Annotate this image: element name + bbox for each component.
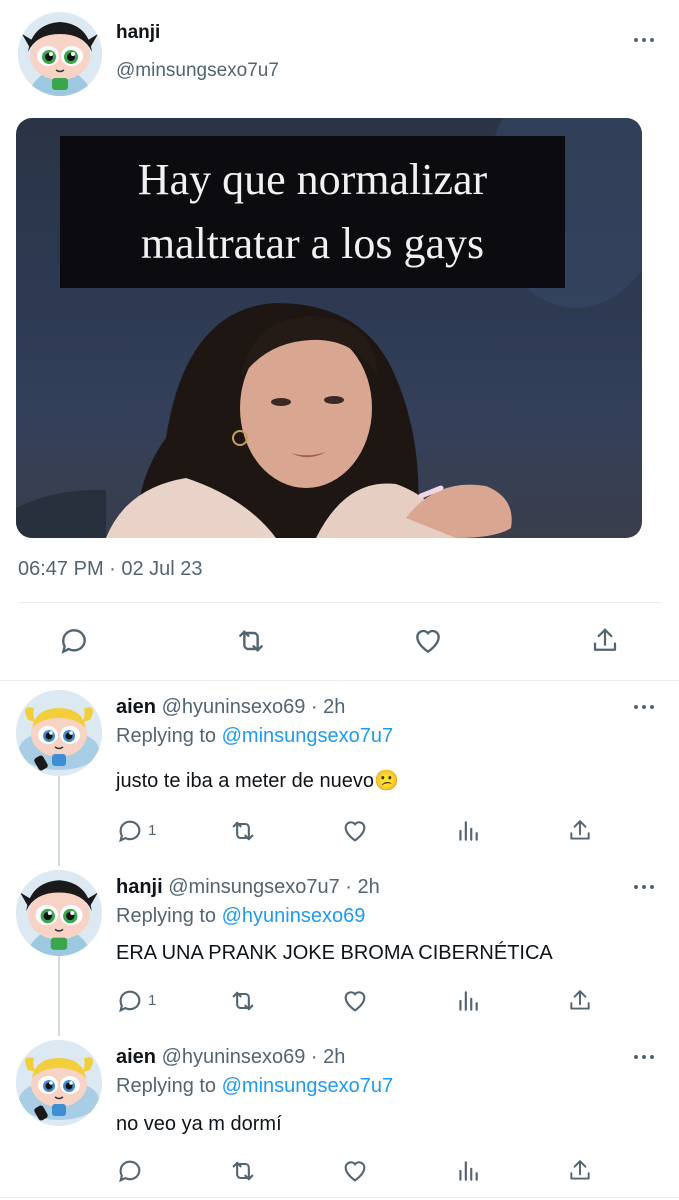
reply-handle-time[interactable]: @hyuninsexo69 · 2h bbox=[162, 696, 346, 718]
main-display-name[interactable]: hanji bbox=[116, 22, 160, 44]
like-icon[interactable] bbox=[340, 817, 370, 845]
divider bbox=[18, 602, 662, 603]
analytics-icon[interactable] bbox=[455, 1158, 481, 1184]
replying-to: Replying to @hyuninsexo69 bbox=[116, 905, 365, 928]
replying-prefix: Replying to bbox=[116, 905, 217, 927]
bubbles-avatar-icon bbox=[16, 690, 102, 776]
reply-display-name[interactable]: aien bbox=[116, 696, 156, 718]
tweet-timestamp[interactable]: 06:47 PM · 02 Jul 23 bbox=[18, 558, 203, 581]
share-icon[interactable] bbox=[567, 987, 593, 1015]
retweet-icon[interactable] bbox=[228, 987, 258, 1015]
more-options-icon[interactable] bbox=[632, 882, 656, 892]
reply-display-name[interactable]: hanji bbox=[116, 876, 163, 898]
thread-connector bbox=[58, 956, 60, 1036]
share-icon[interactable] bbox=[567, 817, 593, 845]
reply-count: 1 bbox=[148, 992, 157, 1009]
reply-header: aien @hyuninsexo69 · 2h bbox=[116, 1046, 345, 1069]
reply-avatar[interactable] bbox=[16, 1040, 102, 1126]
like-icon[interactable] bbox=[340, 987, 370, 1015]
reply-icon[interactable] bbox=[116, 817, 144, 845]
reply-text: no veo ya m dormí bbox=[116, 1113, 282, 1135]
retweet-icon[interactable] bbox=[228, 817, 258, 845]
replying-prefix: Replying to bbox=[116, 725, 217, 747]
buttercup-avatar-icon bbox=[16, 870, 102, 956]
main-handle[interactable]: @minsungsexo7u7 bbox=[116, 60, 279, 82]
reply-display-name[interactable]: aien bbox=[116, 1046, 156, 1068]
reply-avatar[interactable] bbox=[16, 690, 102, 776]
retweet-icon[interactable] bbox=[234, 625, 268, 657]
like-icon[interactable] bbox=[340, 1157, 370, 1185]
analytics-icon[interactable] bbox=[455, 818, 481, 844]
more-options-icon[interactable] bbox=[632, 702, 656, 712]
reply-icon[interactable] bbox=[116, 1157, 144, 1185]
reply-handle-time[interactable]: @hyuninsexo69 · 2h bbox=[162, 1046, 346, 1068]
replying-to-link[interactable]: @minsungsexo7u7 bbox=[222, 1075, 394, 1097]
reply-text: justo te iba a meter de nuevo😕 bbox=[116, 770, 399, 792]
tweet-image[interactable]: Hay que normalizar maltratar a los gays bbox=[16, 118, 642, 538]
share-icon[interactable] bbox=[567, 1157, 593, 1185]
replying-prefix: Replying to bbox=[116, 1075, 217, 1097]
replying-to: Replying to @minsungsexo7u7 bbox=[116, 1075, 393, 1098]
retweet-icon[interactable] bbox=[228, 1157, 258, 1185]
reply-text: ERA UNA PRANK JOKE BROMA CIBERNÉTICA bbox=[116, 942, 553, 964]
reply-icon[interactable] bbox=[58, 625, 90, 657]
bubbles-avatar-icon bbox=[16, 1040, 102, 1126]
like-icon[interactable] bbox=[411, 625, 445, 657]
buttercup-avatar-icon bbox=[18, 12, 102, 96]
thread-connector bbox=[58, 776, 60, 866]
reply-handle-time[interactable]: @minsungsexo7u7 · 2h bbox=[168, 876, 380, 898]
replying-to-link[interactable]: @minsungsexo7u7 bbox=[222, 725, 394, 747]
image-caption-line-1: Hay que normalizar bbox=[137, 155, 488, 204]
reply-header: hanji @minsungsexo7u7 · 2h bbox=[116, 876, 380, 899]
reply-count: 1 bbox=[148, 822, 157, 839]
reply-icon[interactable] bbox=[116, 987, 144, 1015]
main-avatar[interactable] bbox=[18, 12, 102, 96]
reply-avatar[interactable] bbox=[16, 870, 102, 956]
divider bbox=[0, 680, 679, 681]
more-options-icon[interactable] bbox=[632, 1052, 656, 1062]
analytics-icon[interactable] bbox=[455, 988, 481, 1014]
replying-to: Replying to @minsungsexo7u7 bbox=[116, 725, 393, 748]
share-icon[interactable] bbox=[590, 625, 620, 657]
replying-to-link[interactable]: @hyuninsexo69 bbox=[222, 905, 366, 927]
reply-header: aien @hyuninsexo69 · 2h bbox=[116, 696, 345, 719]
more-options-icon[interactable] bbox=[632, 35, 656, 45]
divider bbox=[0, 1197, 679, 1198]
image-caption-line-2: maltratar a los gays bbox=[140, 219, 485, 268]
image-caption-box: Hay que normalizar maltratar a los gays bbox=[60, 136, 565, 288]
